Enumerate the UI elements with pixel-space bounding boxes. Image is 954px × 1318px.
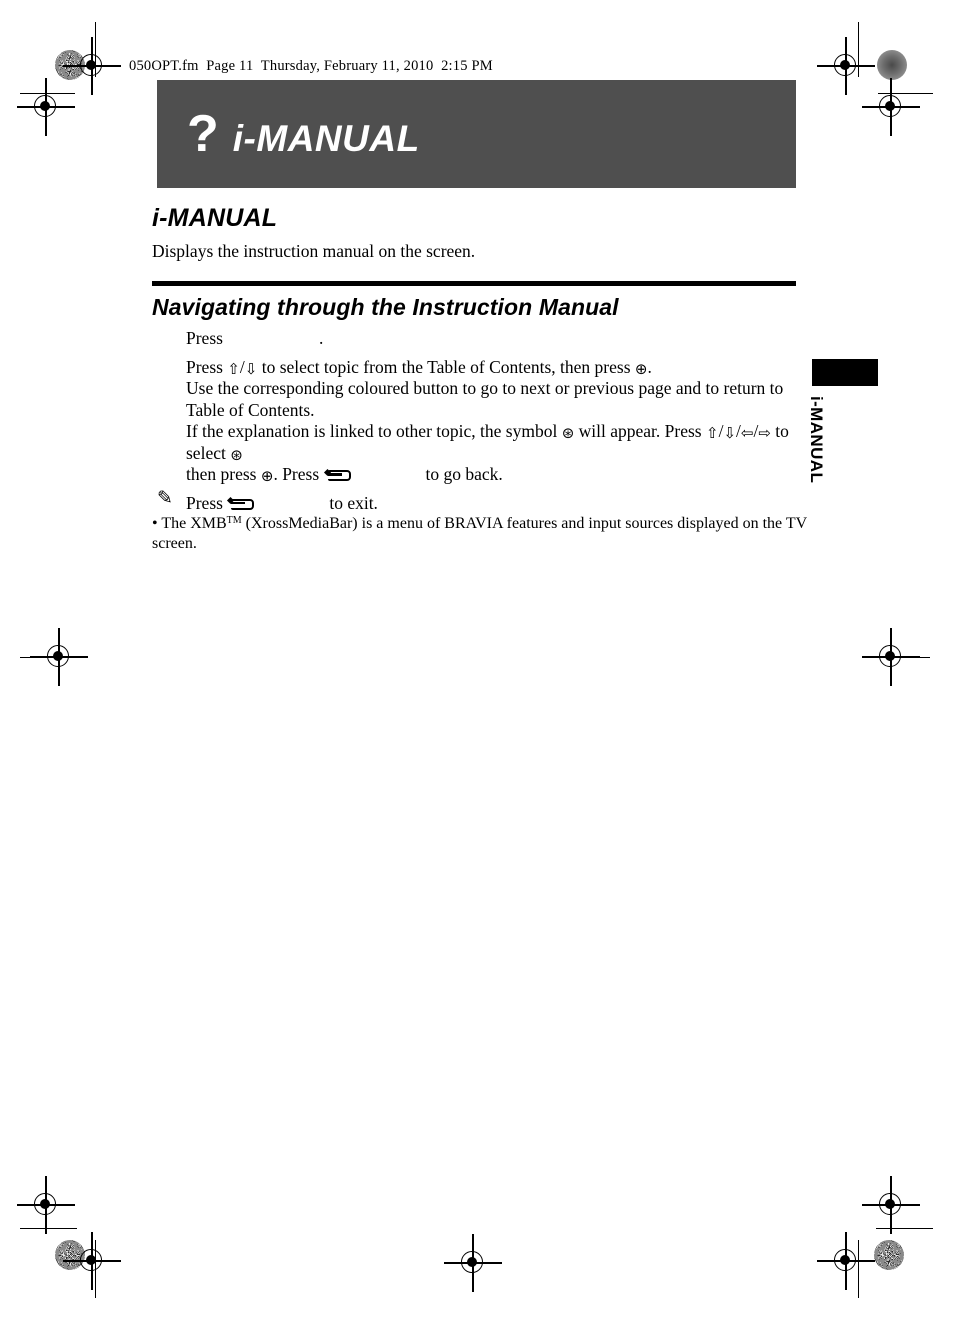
crop-line-top-right-vertical — [858, 22, 860, 77]
registration-halftone-top-right — [877, 50, 907, 80]
arrow-down-icon: ⇩ — [244, 359, 258, 378]
note-text-after-trademark: (XrossMediaBar) is a menu of BRAVIA feat… — [152, 515, 807, 552]
step-select-topic: Press ⇧/⇩ to select topic from the Table… — [186, 357, 794, 379]
link-symbol-icon: ⊛ — [230, 445, 243, 464]
crop-line-top-left-horizontal — [20, 93, 75, 95]
section-divider-rule — [152, 281, 796, 286]
subsection-heading: Navigating through the Instruction Manua… — [152, 294, 619, 320]
crop-line-top-left-vertical — [95, 22, 97, 77]
step-linked-topic: If the explanation is linked to other to… — [186, 421, 789, 464]
step6-press-label: Press — [186, 492, 223, 513]
page-title: i-MANUAL — [152, 204, 278, 232]
section-lead-text: Displays the instruction manual on the s… — [152, 241, 476, 261]
crop-line-bottom-right-vertical — [858, 1240, 860, 1298]
step-press-xmb: Press. — [186, 328, 794, 350]
arrow-left-icon: ⇦ — [740, 424, 754, 442]
arrow-up-icon: ⇧ — [227, 359, 240, 378]
banner-title: i-MANUAL — [232, 118, 420, 159]
step1-press-label: Press — [186, 328, 223, 348]
registration-crosshair-top-right-outer — [862, 78, 920, 136]
note-pencil-icon: ✎ — [157, 487, 173, 509]
registration-crosshair-bottom-left-inner — [63, 1232, 121, 1290]
step4-text-a: If the explanation is linked to other to… — [186, 421, 558, 441]
side-tab-marker — [812, 359, 878, 386]
note-text: • The XMBTM (XrossMediaBar) is a menu of… — [152, 511, 812, 554]
enter-button-icon: ⊕ — [634, 359, 648, 378]
step2-middle-text: to select topic from the Table of Conten… — [261, 356, 631, 377]
crop-line-bottom-left-horizontal — [20, 1228, 77, 1230]
note-text-before-trademark: The XMB — [157, 515, 227, 532]
side-tab-label: i-MANUAL — [807, 396, 826, 484]
registration-crosshair-bottom-center — [444, 1234, 502, 1292]
link-symbol-icon: ⊛ — [561, 424, 575, 442]
step2-press-label: Press — [186, 356, 223, 377]
registration-crosshair-bottom-left-outer — [17, 1176, 75, 1234]
registration-crosshair-bottom-right-inner — [817, 1232, 875, 1290]
crop-line-mid-right — [872, 657, 930, 659]
step5-text-a: then press — [186, 464, 257, 484]
step5-text-b: . Press — [273, 464, 320, 484]
registration-crosshair-top-left-inner — [63, 37, 121, 95]
crop-line-bottom-right-horizontal — [876, 1228, 933, 1230]
step-coloured-buttons: Use the corresponding coloured button to… — [186, 378, 784, 420]
arrow-right-icon: ⇨ — [758, 424, 771, 442]
step2-period: . — [647, 356, 652, 377]
step1-period: . — [318, 328, 324, 348]
crop-line-mid-left — [20, 657, 78, 659]
page-slug-line: 050OPT.fm Page 11 Thursday, February 11,… — [129, 58, 493, 74]
imanual-banner: ? i-MANUAL — [157, 80, 796, 188]
arrow-down-icon: ⇩ — [723, 424, 737, 442]
trademark-superscript: TM — [226, 515, 242, 526]
crop-line-bottom-left-vertical — [95, 1240, 97, 1298]
step-go-back: then press ⊕. Press to go back. — [186, 464, 794, 486]
step4-text-b: will appear. Press — [578, 421, 702, 441]
arrow-up-icon: ⇧ — [705, 424, 719, 442]
registration-halftone-bottom-right — [874, 1240, 904, 1270]
return-button-icon — [227, 496, 255, 511]
crop-line-top-right-horizontal — [878, 93, 933, 95]
enter-button-icon: ⊕ — [260, 467, 274, 485]
registration-crosshair-bottom-right-outer — [862, 1176, 920, 1234]
step5-text-c: to go back. — [425, 464, 503, 484]
instruction-steps: Press. Press ⇧/⇩ to select topic from th… — [186, 328, 794, 514]
return-button-icon — [323, 468, 351, 482]
question-mark-icon: ? — [187, 105, 219, 163]
step6-text-b: to exit. — [329, 492, 378, 513]
